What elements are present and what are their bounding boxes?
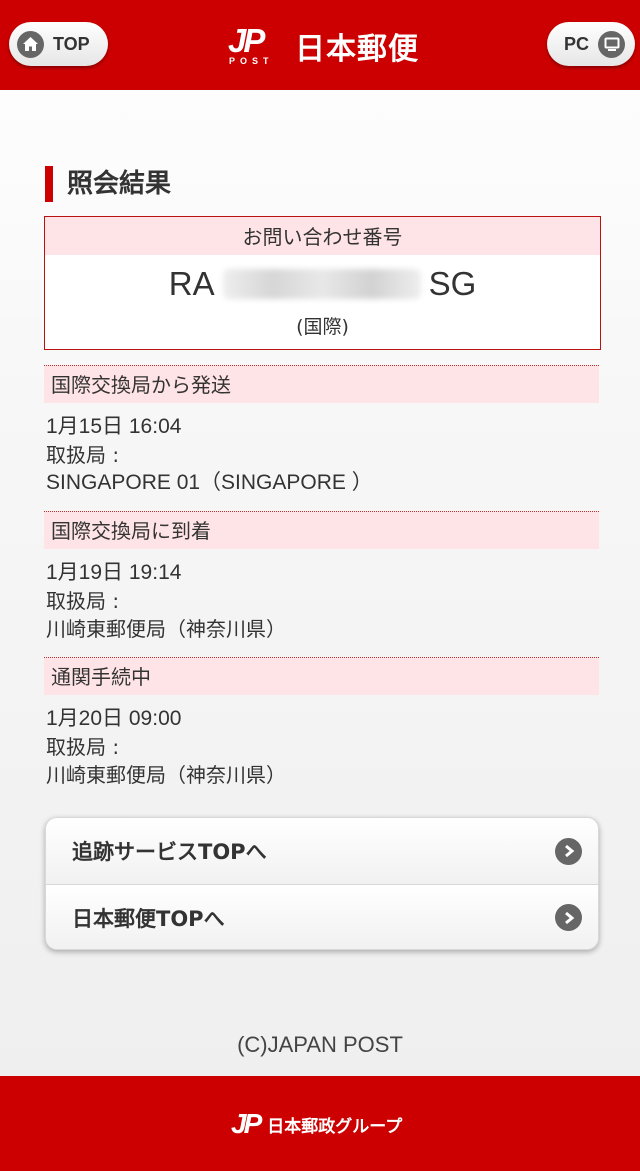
event-status: 通関手続中: [44, 657, 599, 695]
inquiry-type: (国際): [296, 316, 349, 338]
event-status: 国際交換局から発送: [44, 365, 599, 403]
japan-post-group-logo[interactable]: JP 日本郵政グループ: [231, 1106, 402, 1142]
inquiry-number-prefix: RA: [168, 265, 215, 302]
chevron-right-icon: [555, 904, 582, 931]
footer-logo-mark: JP: [231, 1108, 262, 1139]
event-office-label: 取扱局 :: [46, 589, 120, 613]
inquiry-number-suffix: SG: [428, 265, 477, 302]
tracking-event: 国際交換局から発送 1月15日 16:04 取扱局 : SINGAPORE 01…: [44, 365, 599, 497]
logo-sub-text: POST: [229, 56, 274, 66]
logo-title: 日本郵便: [295, 32, 419, 67]
footer-bar: JP 日本郵政グループ: [0, 1076, 640, 1171]
event-office-label: 取扱局 :: [46, 735, 120, 759]
event-status: 国際交換局に到着: [44, 511, 599, 549]
link-label: 日本郵便TOPへ: [72, 906, 225, 931]
tracking-event: 国際交換局に到着 1月19日 19:14 取扱局 : 川崎東郵便局（神奈川県）: [44, 511, 599, 643]
chevron-right-icon: [555, 837, 582, 865]
redacted-number: [222, 269, 421, 299]
event-datetime: 1月20日 09:00: [46, 707, 182, 730]
event-office: 川崎東郵便局（神奈川県）: [46, 617, 286, 641]
japan-post-logo[interactable]: JP POST 日本郵便: [225, 22, 419, 68]
inquiry-label: お問い合わせ番号: [45, 217, 600, 255]
link-list: 追跡サービスTOPへ 日本郵便TOPへ: [45, 817, 599, 950]
jp-post-mark: JP POST: [225, 22, 283, 68]
inquiry-number-box: お問い合わせ番号 RA SG (国際): [44, 216, 601, 350]
pc-button-label: PC: [564, 33, 590, 54]
pc-button[interactable]: PC: [547, 22, 635, 66]
page-title: 照会結果: [45, 166, 171, 202]
copyright-text: (C)JAPAN POST: [237, 1032, 403, 1057]
link-label: 追跡サービスTOPへ: [72, 840, 267, 864]
monitor-icon: [598, 30, 626, 58]
logo-mark-text: JP: [228, 22, 265, 59]
event-office: 川崎東郵便局（神奈川県）: [46, 763, 286, 787]
home-icon: [17, 30, 44, 58]
japan-post-top-link[interactable]: 日本郵便TOPへ: [46, 884, 598, 949]
tracking-event: 通関手続中 1月20日 09:00 取扱局 : 川崎東郵便局（神奈川県）: [44, 657, 599, 789]
tracking-service-top-link[interactable]: 追跡サービスTOPへ: [46, 818, 598, 884]
inquiry-number: RA SG: [45, 255, 600, 313]
footer-logo-text: 日本郵政グループ: [267, 1116, 403, 1137]
top-button-label: TOP: [53, 33, 90, 54]
event-office: SINGAPORE 01（SINGAPORE ）: [46, 471, 373, 494]
top-button[interactable]: TOP: [9, 22, 108, 66]
header-bar: TOP JP POST 日本郵便 PC: [0, 0, 640, 90]
event-datetime: 1月19日 19:14: [46, 561, 182, 584]
event-datetime: 1月15日 16:04: [46, 415, 182, 438]
event-office-label: 取扱局 :: [46, 443, 120, 467]
